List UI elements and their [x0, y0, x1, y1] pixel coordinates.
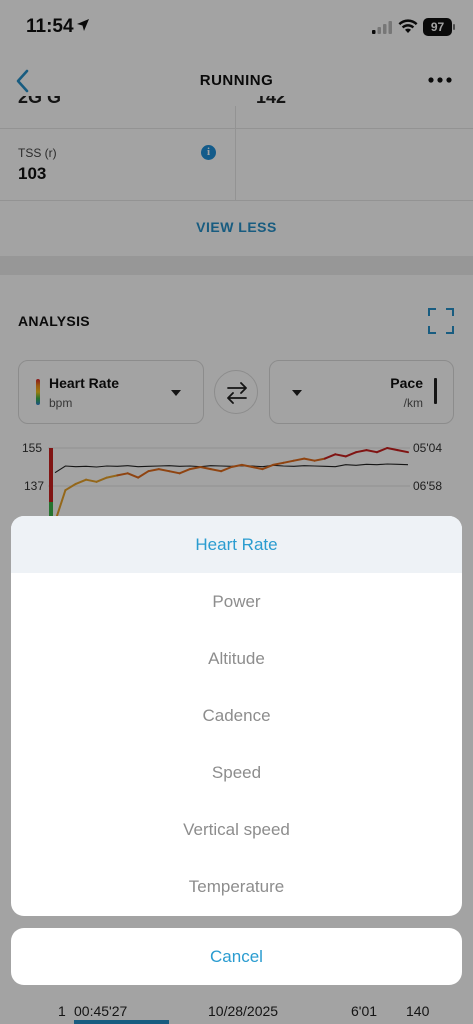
sheet-option-temperature[interactable]: Temperature	[11, 858, 462, 915]
sheet-option-altitude[interactable]: Altitude	[11, 630, 462, 687]
sheet-option-speed[interactable]: Speed	[11, 744, 462, 801]
sheet-option-cadence[interactable]: Cadence	[11, 687, 462, 744]
metric-picker-sheet: Heart Rate Power Altitude Cadence Speed …	[11, 516, 462, 916]
sheet-option-power[interactable]: Power	[11, 573, 462, 630]
sheet-option-heart-rate[interactable]: Heart Rate	[11, 516, 462, 573]
cancel-button[interactable]: Cancel	[11, 928, 462, 985]
sheet-option-vertical-speed[interactable]: Vertical speed	[11, 801, 462, 858]
